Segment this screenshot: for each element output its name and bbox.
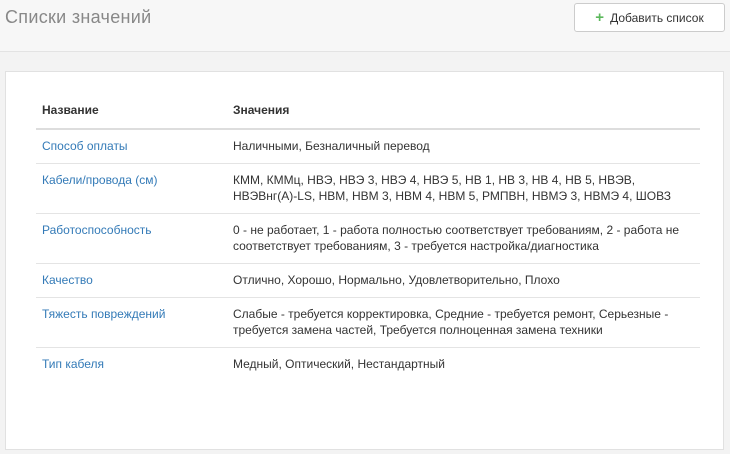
name-cell: Способ оплаты — [36, 128, 227, 164]
list-name-link[interactable]: Качество — [42, 273, 93, 287]
values-cell: Отлично, Хорошо, Нормально, Удовлетворит… — [227, 263, 700, 298]
table-row: Тяжесть повреждений Слабые - требуется к… — [36, 297, 700, 348]
add-list-button[interactable]: + Добавить список — [574, 3, 725, 32]
add-list-button-label: Добавить список — [610, 10, 704, 25]
values-cell: КММ, КММц, НВЭ, НВЭ 3, НВЭ 4, НВЭ 5, НВ … — [227, 163, 700, 214]
table-row: Работоспособность 0 - не работает, 1 - р… — [36, 213, 700, 264]
lists-panel: Название Значения Способ оплаты Наличным… — [5, 71, 724, 450]
name-cell: Тип кабеля — [36, 347, 227, 381]
name-cell: Тяжесть повреждений — [36, 297, 227, 348]
list-values: Слабые - требуется корректировка, Средни… — [233, 307, 669, 337]
list-name-link[interactable]: Способ оплаты — [42, 139, 128, 153]
list-name-link[interactable]: Тип кабеля — [42, 357, 104, 371]
list-values: КММ, КММц, НВЭ, НВЭ 3, НВЭ 4, НВЭ 5, НВ … — [233, 173, 671, 203]
table-row: Качество Отлично, Хорошо, Нормально, Удо… — [36, 263, 700, 298]
plus-icon: + — [595, 8, 605, 26]
values-cell: Наличными, Безналичный перевод — [227, 128, 700, 164]
table-row: Способ оплаты Наличными, Безналичный пер… — [36, 128, 700, 164]
page-title: Списки значений — [5, 7, 152, 27]
list-values: Наличными, Безналичный перевод — [233, 139, 430, 153]
list-name-link[interactable]: Кабели/провода (см) — [42, 173, 157, 187]
values-cell: Медный, Оптический, Нестандартный — [227, 347, 700, 381]
column-header-values: Значения — [227, 93, 700, 130]
values-cell: Слабые - требуется корректировка, Средни… — [227, 297, 700, 348]
list-name-link[interactable]: Тяжесть повреждений — [42, 307, 165, 321]
name-cell: Работоспособность — [36, 213, 227, 264]
name-cell: Кабели/провода (см) — [36, 163, 227, 214]
table-row: Тип кабеля Медный, Оптический, Нестандар… — [36, 347, 700, 381]
column-header-name: Название — [36, 93, 227, 130]
table-header-row: Название Значения — [36, 93, 700, 130]
name-cell: Качество — [36, 263, 227, 298]
value-lists-table: Название Значения Способ оплаты Наличным… — [36, 93, 700, 381]
values-cell: 0 - не работает, 1 - работа полностью со… — [227, 213, 700, 264]
list-values: 0 - не работает, 1 - работа полностью со… — [233, 223, 680, 253]
list-values: Отлично, Хорошо, Нормально, Удовлетворит… — [233, 273, 560, 287]
page-header: Списки значений + Добавить список — [0, 0, 730, 52]
table-row: Кабели/провода (см) КММ, КММц, НВЭ, НВЭ … — [36, 163, 700, 214]
list-values: Медный, Оптический, Нестандартный — [233, 357, 445, 371]
list-name-link[interactable]: Работоспособность — [42, 223, 152, 237]
